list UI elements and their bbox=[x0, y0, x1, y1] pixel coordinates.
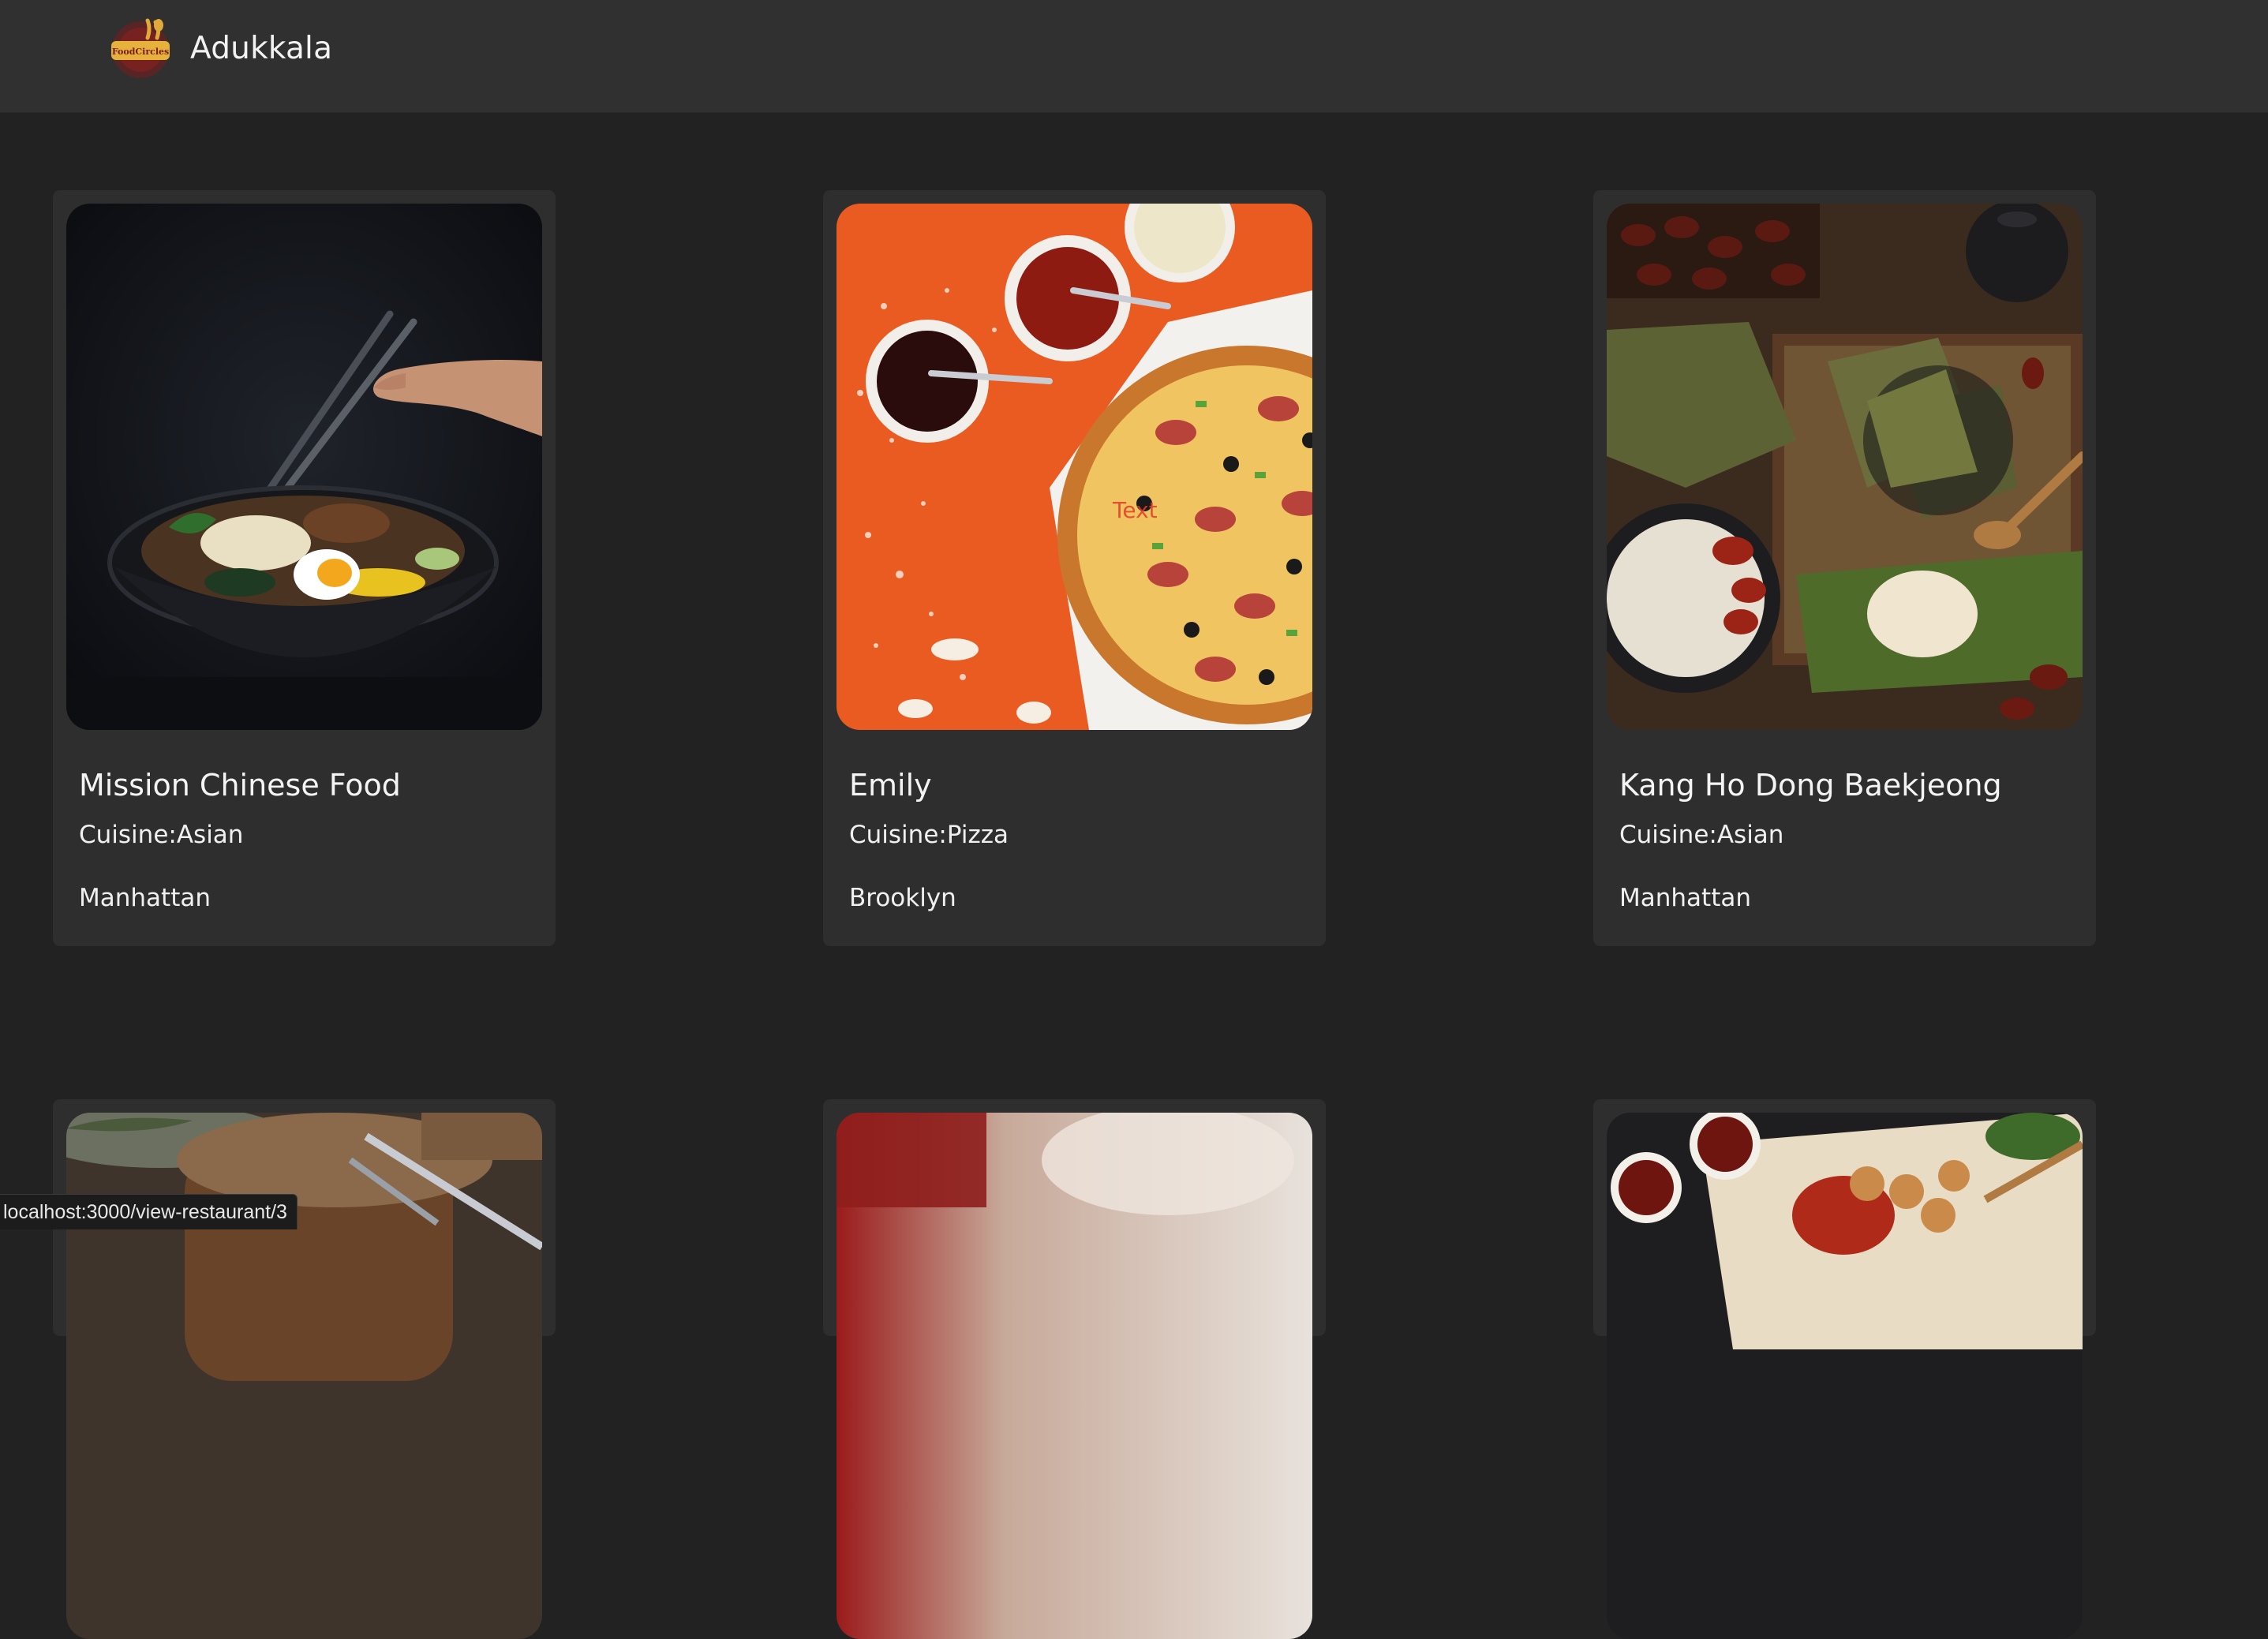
pizza-image: Text bbox=[836, 204, 1312, 730]
restaurant-card[interactable] bbox=[823, 1099, 1326, 1639]
restaurant-location: Manhattan bbox=[79, 884, 211, 912]
dumplings-image bbox=[1607, 204, 2083, 730]
restaurant-cuisine: Cuisine:Asian bbox=[79, 821, 244, 849]
restaurant-location: Brooklyn bbox=[849, 884, 956, 912]
image-overlay-text: Text bbox=[1112, 497, 1158, 523]
restaurant-cuisine: Cuisine:Pizza bbox=[849, 821, 1009, 849]
restaurant-name: Kang Ho Dong Baekjeong bbox=[1619, 768, 2002, 803]
restaurant-card[interactable] bbox=[1593, 1099, 2096, 1639]
restaurant-card[interactable]: Kang Ho Dong Baekjeong Cuisine:Asian Man… bbox=[1593, 190, 2096, 946]
restaurant-name: Emily bbox=[849, 768, 932, 803]
brand-name: Adukkala bbox=[190, 30, 333, 66]
restaurant-cuisine: Cuisine:Asian bbox=[1619, 821, 1784, 849]
grilled-platter-image bbox=[1607, 1113, 2083, 1639]
brand-link[interactable]: FoodCircles Adukkala bbox=[107, 14, 332, 82]
navbar: FoodCircles Adukkala bbox=[0, 0, 2268, 113]
restaurant-location: Manhattan bbox=[1619, 884, 1751, 912]
noodle-bowl-image bbox=[66, 204, 542, 730]
blurred-restaurant-image bbox=[836, 1113, 1312, 1639]
restaurant-card[interactable]: Mission Chinese Food Cuisine:Asian Manha… bbox=[53, 190, 556, 946]
status-bar-url: localhost:3000/view-restaurant/3 bbox=[0, 1194, 298, 1229]
steak-plate-image bbox=[66, 1113, 542, 1639]
restaurant-card[interactable]: Text Emily Cuisine:Pizza Brooklyn bbox=[823, 190, 1326, 946]
restaurant-name: Mission Chinese Food bbox=[79, 768, 401, 803]
foodcircles-logo: FoodCircles bbox=[111, 18, 170, 78]
svg-text:FoodCircles: FoodCircles bbox=[112, 47, 169, 57]
